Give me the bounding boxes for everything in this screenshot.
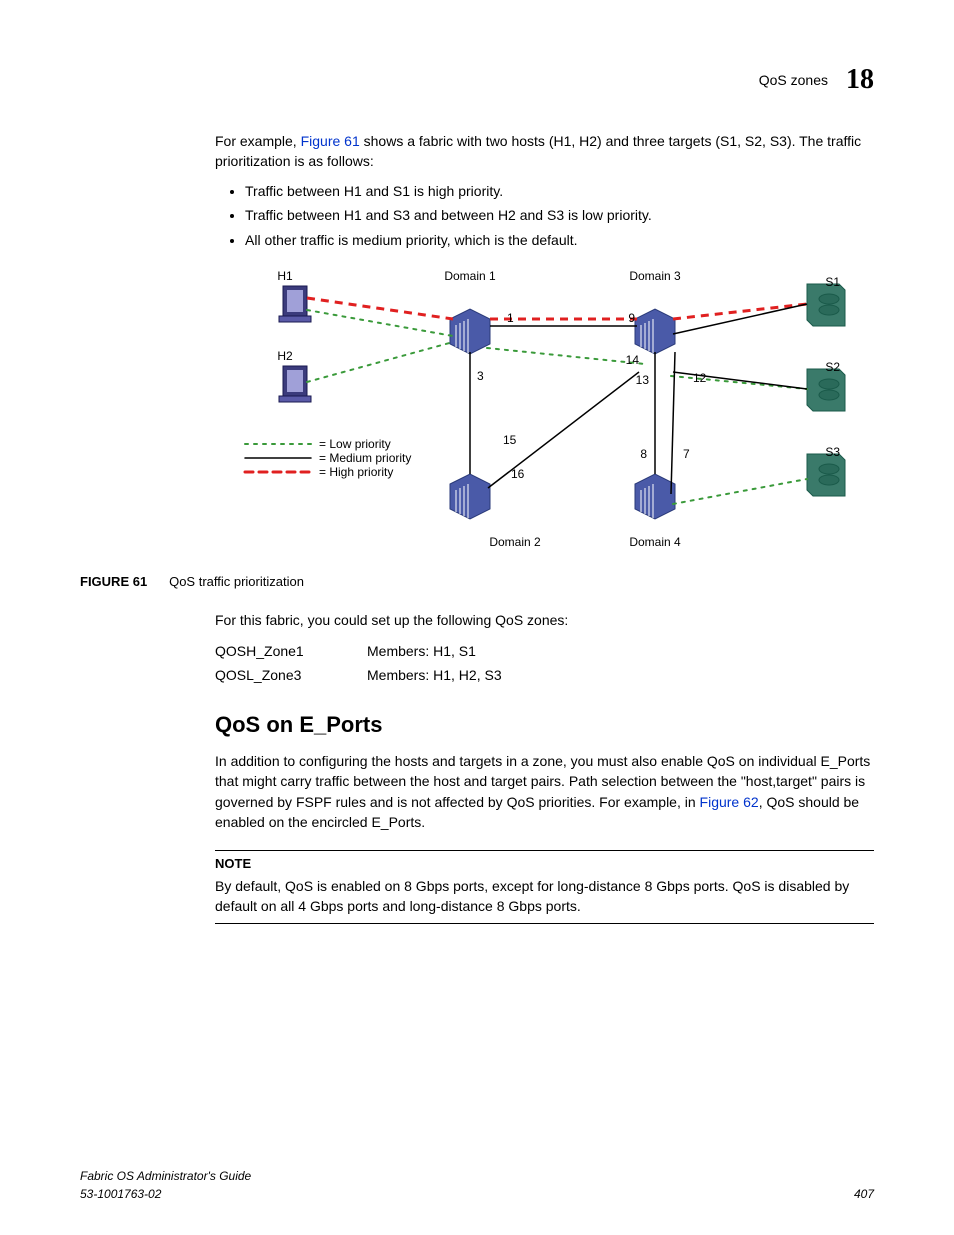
svg-text:3: 3 [477, 369, 484, 383]
svg-text:= Medium priority: = Medium priority [319, 451, 411, 465]
list-item: All other traffic is medium priority, wh… [245, 230, 874, 250]
priority-list: Traffic between H1 and S1 is high priori… [245, 181, 874, 250]
chapter-number: 18 [846, 60, 874, 101]
svg-text:S2: S2 [825, 360, 840, 374]
zone-name: QOSL_Zone3 [215, 665, 315, 685]
svg-text:Domain 2: Domain 2 [489, 535, 541, 549]
zone-name: QOSH_Zone1 [215, 641, 315, 661]
figure-title: QoS traffic prioritization [169, 574, 304, 589]
intro-paragraph: For example, Figure 61 shows a fabric wi… [215, 131, 874, 172]
footer-docnum: 53-1001763-02 [80, 1186, 251, 1203]
section-title: QoS zones [759, 70, 828, 90]
zones-table: QOSH_Zone1 Members: H1, S1 QOSL_Zone3 Me… [215, 641, 874, 686]
svg-text:Domain 1: Domain 1 [444, 269, 496, 283]
svg-text:7: 7 [683, 447, 690, 461]
table-row: QOSH_Zone1 Members: H1, S1 [215, 641, 874, 661]
page-header: QoS zones 18 [80, 60, 874, 101]
svg-text:16: 16 [511, 467, 525, 481]
figure-caption: FIGURE 61 QoS traffic prioritization [80, 571, 874, 592]
zones-intro: For this fabric, you could set up the fo… [215, 610, 874, 630]
figure-61-link[interactable]: Figure 61 [301, 133, 360, 149]
svg-text:15: 15 [503, 433, 517, 447]
svg-text:14: 14 [626, 353, 640, 367]
page-footer: Fabric OS Administrator's Guide 53-10017… [80, 1168, 874, 1203]
note-label: NOTE [215, 855, 874, 874]
svg-text:13: 13 [636, 373, 650, 387]
table-row: QOSL_Zone3 Members: H1, H2, S3 [215, 665, 874, 685]
qos-diagram: H1 H2 Domain 1 Domain 2 Domain 3 Domain … [215, 264, 855, 554]
svg-text:Domain 3: Domain 3 [629, 269, 681, 283]
page-number: 407 [854, 1186, 874, 1203]
svg-text:Domain 4: Domain 4 [629, 535, 681, 549]
figure-61: H1 H2 Domain 1 Domain 2 Domain 3 Domain … [215, 264, 874, 559]
zone-members: Members: H1, H2, S3 [367, 665, 502, 685]
svg-text:12: 12 [693, 371, 707, 385]
figure-62-link[interactable]: Figure 62 [700, 794, 759, 810]
section-heading: QoS on E_Ports [215, 709, 874, 741]
svg-text:S3: S3 [825, 445, 840, 459]
svg-text:9: 9 [628, 311, 635, 325]
svg-text:= High priority: = High priority [319, 465, 393, 479]
intro-prefix: For example, [215, 133, 301, 149]
divider-icon [215, 923, 874, 924]
eports-paragraph: In addition to configuring the hosts and… [215, 751, 874, 832]
list-item: Traffic between H1 and S1 is high priori… [245, 181, 874, 201]
zone-members: Members: H1, S1 [367, 641, 476, 661]
svg-text:H1: H1 [277, 269, 293, 283]
footer-title: Fabric OS Administrator's Guide [80, 1168, 251, 1185]
list-item: Traffic between H1 and S3 and between H2… [245, 205, 874, 225]
note-text: By default, QoS is enabled on 8 Gbps por… [215, 876, 874, 917]
figure-number: FIGURE 61 [80, 574, 147, 589]
svg-text:H2: H2 [277, 349, 293, 363]
svg-text:= Low priority: = Low priority [319, 437, 391, 451]
svg-text:1: 1 [507, 311, 514, 325]
svg-text:8: 8 [640, 447, 647, 461]
divider-icon [215, 850, 874, 851]
svg-text:S1: S1 [825, 275, 840, 289]
main-content: For example, Figure 61 shows a fabric wi… [215, 131, 874, 560]
